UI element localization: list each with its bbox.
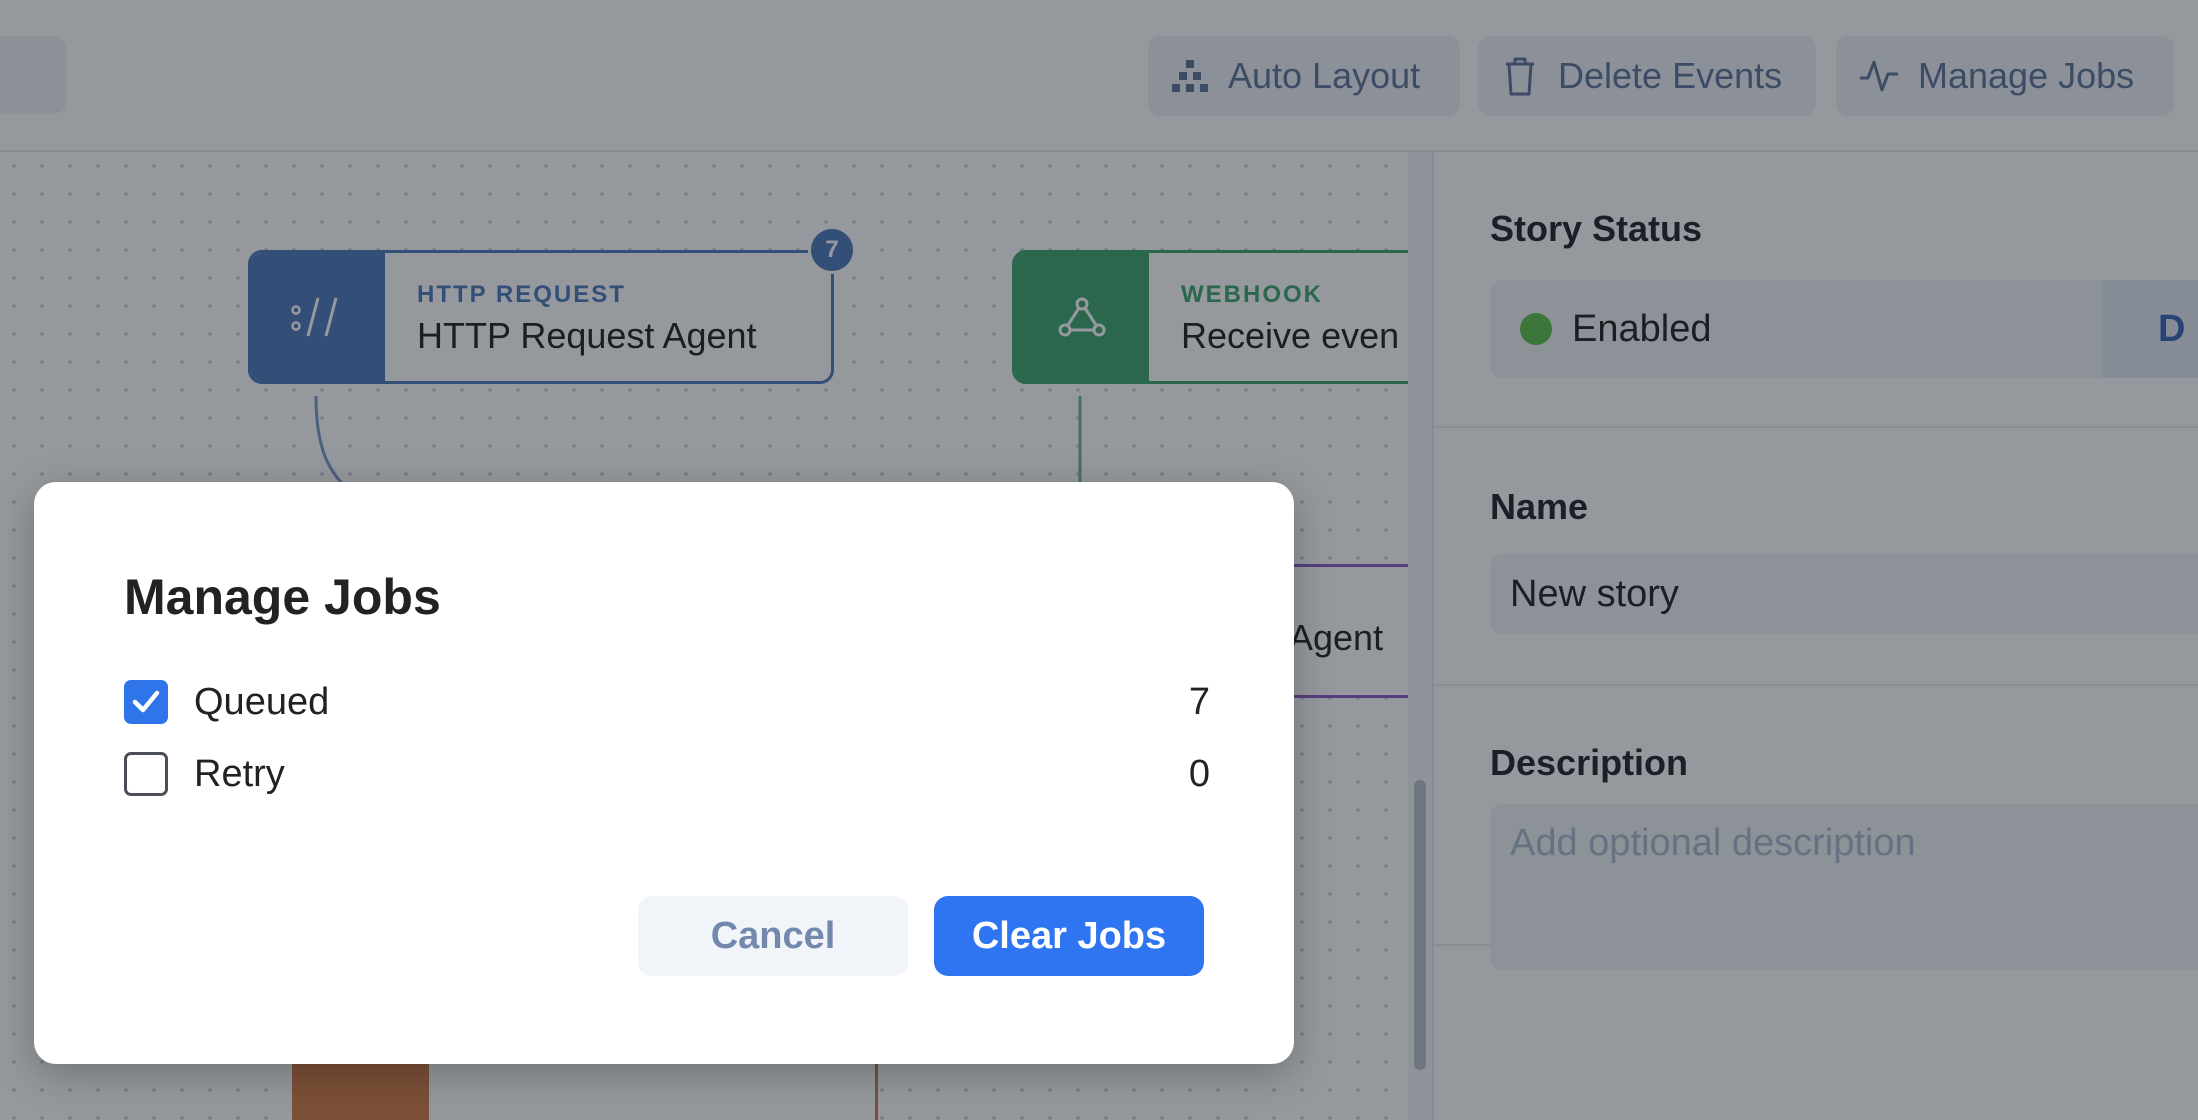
checkmark-icon bbox=[132, 690, 160, 713]
manage-jobs-dialog: Manage Jobs Queued 7 Retry 0 Cancel Clea… bbox=[34, 482, 1294, 1064]
retry-count: 0 bbox=[1188, 752, 1210, 795]
job-row-retry[interactable]: Retry 0 bbox=[124, 750, 1210, 798]
queued-checkbox[interactable] bbox=[124, 680, 168, 724]
cancel-button[interactable]: Cancel bbox=[638, 896, 908, 976]
queued-label: Queued bbox=[194, 680, 330, 723]
retry-checkbox[interactable] bbox=[124, 752, 168, 796]
retry-label: Retry bbox=[194, 752, 285, 795]
clear-jobs-button[interactable]: Clear Jobs bbox=[934, 896, 1204, 976]
queued-count: 7 bbox=[1188, 680, 1210, 723]
job-row-queued[interactable]: Queued 7 bbox=[124, 678, 1210, 726]
dialog-title: Manage Jobs bbox=[124, 569, 441, 625]
